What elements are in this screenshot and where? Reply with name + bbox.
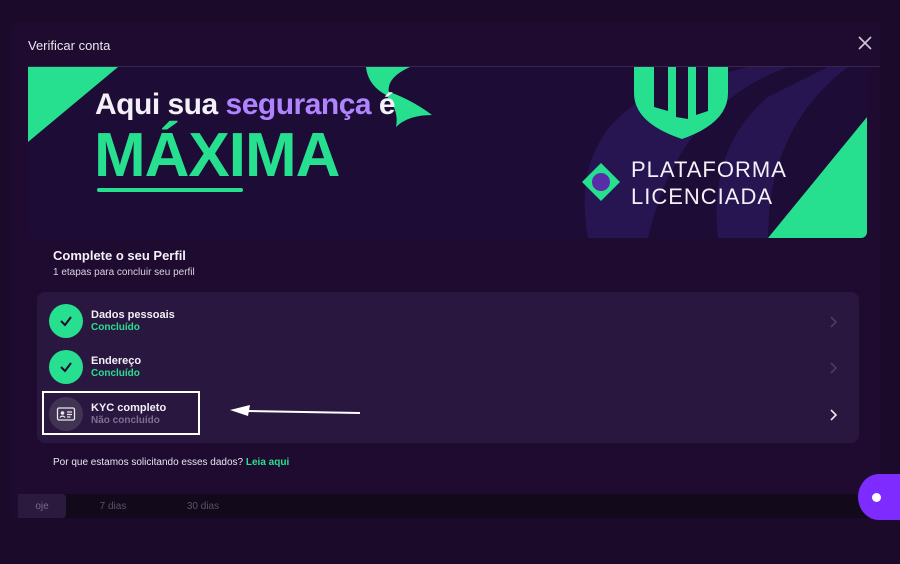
background-period-tabs: oje 7 dias 30 dias: [18, 494, 880, 518]
chevron-right-icon: [830, 362, 838, 374]
modal-title: Verificar conta: [28, 38, 111, 53]
banner-headline-suffix: é: [371, 88, 396, 121]
banner-underline: [97, 188, 243, 192]
arrow-left-icon: [230, 405, 361, 416]
floating-action-button[interactable]: [858, 474, 900, 520]
step-title: Endereço: [91, 355, 142, 367]
platform-line2: LICENCIADA: [631, 184, 774, 209]
chevron-right-icon: [830, 409, 838, 421]
tab-today[interactable]: oje: [18, 494, 66, 518]
tab-30-days[interactable]: 30 dias: [168, 494, 238, 518]
profile-section-title: Complete o seu Perfil: [53, 248, 186, 263]
banner-headline-accent: segurança: [225, 88, 372, 121]
banner-headline-max: MÁXIMA: [94, 121, 340, 190]
step-address[interactable]: Endereço Concluído: [49, 350, 849, 386]
check-icon: [49, 304, 83, 338]
step-status: Concluído: [91, 368, 140, 379]
check-icon: [49, 350, 83, 384]
profile-section-subtitle: 1 etapas para concluir seu perfil: [53, 267, 195, 278]
banner-headline: Aqui sua segurança é: [95, 88, 396, 122]
step-personal-data[interactable]: Dados pessoais Concluído: [49, 304, 849, 340]
licensed-platform-text: PLATAFORMA LICENCIADA: [631, 156, 787, 210]
platform-line1: PLATAFORMA: [631, 157, 787, 182]
chevron-right-icon: [830, 316, 838, 328]
footer-question: Por que estamos solicitando esses dados?: [53, 457, 246, 468]
fab-dot: [872, 493, 881, 502]
step-status: Concluído: [91, 322, 140, 333]
read-here-link[interactable]: Leia aqui: [246, 457, 289, 468]
close-icon[interactable]: [856, 34, 874, 52]
data-request-question: Por que estamos solicitando esses dados?…: [53, 457, 289, 468]
banner-headline-prefix: Aqui sua: [95, 88, 226, 121]
tab-7-days[interactable]: 7 dias: [78, 494, 148, 518]
step-title: Dados pessoais: [91, 309, 175, 321]
kyc-highlight-box: [42, 391, 200, 435]
